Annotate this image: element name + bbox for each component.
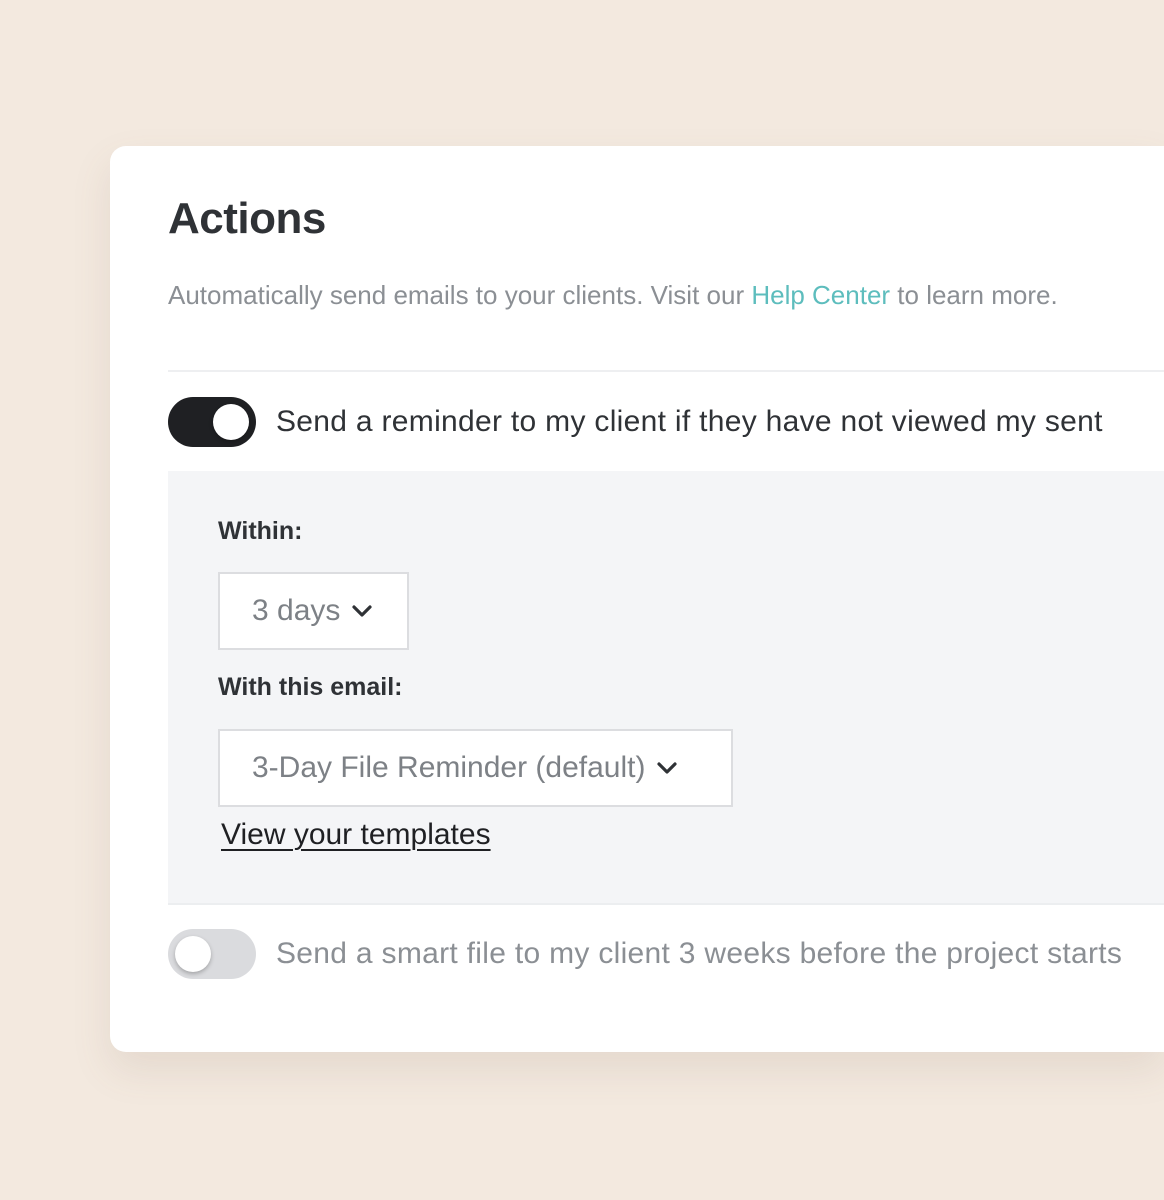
- email-template-select[interactable]: 3-Day File Reminder (default): [218, 729, 733, 807]
- reminder-action-row: Send a reminder to my client if they hav…: [168, 394, 1164, 450]
- smart-file-action-row: Send a smart file to my client 3 weeks b…: [168, 926, 1164, 982]
- reminder-toggle[interactable]: [168, 397, 256, 447]
- view-templates-link[interactable]: View your templates: [221, 818, 491, 852]
- email-select-value: 3-Day File Reminder (default): [252, 751, 646, 784]
- reminder-action-label: Send a reminder to my client if they hav…: [276, 405, 1103, 438]
- chevron-down-icon: [655, 756, 679, 780]
- page-title: Actions: [168, 194, 326, 243]
- within-select-value: 3 days: [252, 594, 341, 627]
- chevron-down-icon: [350, 599, 374, 623]
- description-text-after: to learn more.: [890, 280, 1058, 310]
- section-divider: [168, 370, 1164, 372]
- reminder-settings-panel: Within: 3 days With this email: 3-Day Fi…: [168, 471, 1164, 905]
- actions-description: Automatically send emails to your client…: [168, 280, 1058, 311]
- smart-file-action-label: Send a smart file to my client 3 weeks b…: [276, 937, 1123, 970]
- actions-card: Actions Automatically send emails to you…: [110, 146, 1164, 1052]
- smart-file-toggle[interactable]: [168, 929, 256, 979]
- toggle-knob: [175, 936, 211, 972]
- description-text-before: Automatically send emails to your client…: [168, 280, 752, 310]
- email-label: With this email:: [218, 673, 403, 701]
- within-select[interactable]: 3 days: [218, 572, 409, 650]
- within-label: Within:: [218, 517, 303, 545]
- help-center-link[interactable]: Help Center: [751, 280, 890, 310]
- toggle-knob: [213, 404, 249, 440]
